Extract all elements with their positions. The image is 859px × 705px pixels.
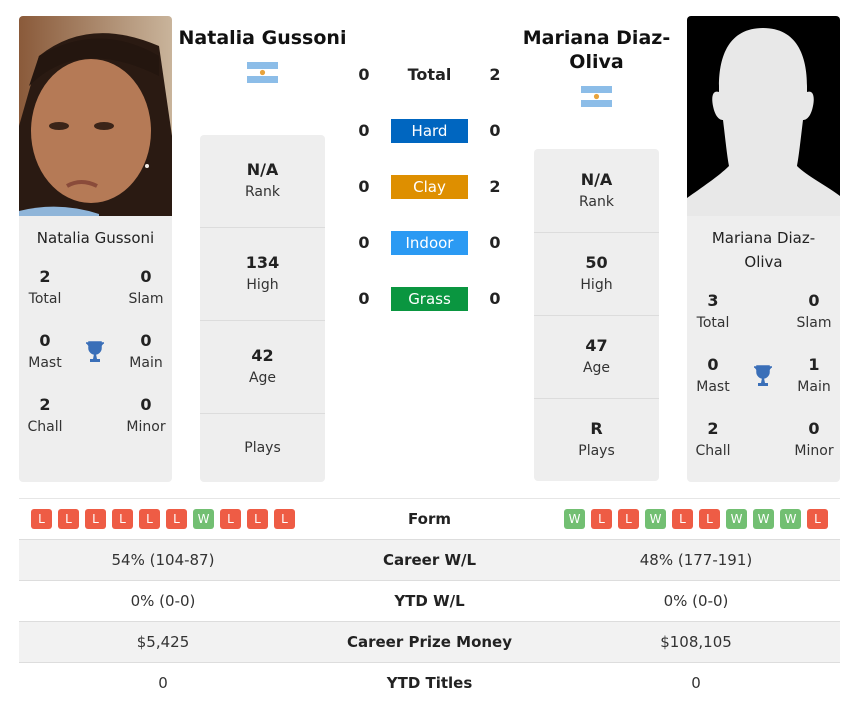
form-win-badge[interactable]: W [753, 509, 774, 529]
h2h-hard-p1: 0 [358, 121, 370, 140]
form-loss-badge[interactable]: L [807, 509, 828, 529]
form-loss-badge[interactable]: L [247, 509, 268, 529]
form-loss-badge[interactable]: L [85, 509, 106, 529]
h2h-indoor-p2: 0 [489, 233, 501, 252]
player1-card: Natalia Gussoni 2 Total 0 Slam 0 Mast 0 … [19, 16, 172, 482]
player1-titles-chall: 2 Chall [27, 395, 63, 435]
h2h-grass-row: 0 Grass 0 [340, 287, 520, 311]
player2-titles-minor: 0 Minor [794, 419, 834, 459]
form-label: Form [408, 510, 451, 528]
form-loss-badge[interactable]: L [220, 509, 241, 529]
h2h-grass-p1: 0 [358, 289, 370, 308]
h2h-clay-row: 0 Clay 2 [340, 175, 520, 199]
form-loss-badge[interactable]: L [58, 509, 79, 529]
form-row: LLLLLLWLLL Form WLLWLLWWWL [19, 499, 840, 540]
argentina-flag-icon [581, 86, 612, 107]
player2-titles: 3 Total 0 Slam 0 Mast 1 Main 2 Chall 0 M… [687, 274, 840, 474]
h2h-total-p1: 0 [358, 65, 370, 84]
player2-photo-placeholder[interactable] [687, 16, 840, 216]
form-win-badge[interactable]: W [564, 509, 585, 529]
player2-form: WLLWLLWWWL [552, 499, 840, 539]
form-win-badge[interactable]: W [193, 509, 214, 529]
h2h-grass-p2: 0 [489, 289, 501, 308]
player2-rank: N/A Rank [534, 149, 659, 233]
form-loss-badge[interactable]: L [112, 509, 133, 529]
player1-titles-total: 2 Total [28, 267, 62, 307]
h2h-hard-p2: 0 [489, 121, 501, 140]
ytd-wl-label: YTD W/L [394, 592, 465, 610]
trophy-icon [750, 363, 776, 389]
player2-info: N/A Rank 50 High 47 Age R Plays [534, 149, 659, 481]
player2-titles-chall: 2 Chall [695, 419, 731, 459]
h2h-clay-p1: 0 [358, 177, 370, 196]
player2-high: 50 High [534, 233, 659, 316]
h2h-clay-p2: 2 [489, 177, 501, 196]
player2-name[interactable]: Mariana Diaz- Oliva [510, 26, 683, 74]
player1-plays: Plays [244, 440, 281, 456]
ytd-titles-label: YTD Titles [386, 674, 473, 692]
player1-titles-main: 0 Main [129, 331, 163, 371]
player1-titles-slam: 0 Slam [128, 267, 164, 307]
h2h-total-row: 0 Total 2 [340, 63, 520, 87]
player2-titles-total: 3 Total [696, 291, 730, 331]
player1-age: 42 Age [200, 321, 325, 414]
h2h-hard-row: 0 Hard 0 [340, 119, 520, 143]
surface-grass-badge[interactable]: Grass [391, 287, 468, 311]
surface-clay-badge[interactable]: Clay [391, 175, 468, 199]
surface-hard-badge[interactable]: Hard [391, 119, 468, 143]
player2-titles-mast: 0 Mast [696, 355, 730, 395]
player1-titles-minor: 0 Minor [126, 395, 166, 435]
prize-money-row: $5,425 Career Prize Money $108,105 [19, 622, 840, 663]
player2-titles-main: 1 Main [797, 355, 831, 395]
player1-name[interactable]: Natalia Gussoni [172, 26, 353, 50]
player2-age: 47 Age [534, 316, 659, 399]
trophy-icon [82, 339, 108, 365]
surface-indoor-badge[interactable]: Indoor [391, 231, 468, 255]
player1-card-name: Natalia Gussoni [36, 229, 155, 247]
player2-plays: R Plays [578, 419, 615, 459]
h2h-total-label: Total [407, 65, 452, 84]
player1-ytd-titles: 0 [158, 674, 168, 692]
ytd-titles-row: 0 YTD Titles 0 [19, 663, 840, 703]
form-win-badge[interactable]: W [726, 509, 747, 529]
form-loss-badge[interactable]: L [618, 509, 639, 529]
form-loss-badge[interactable]: L [31, 509, 52, 529]
career-wl-label: Career W/L [382, 551, 477, 569]
prize-money-label: Career Prize Money [346, 633, 512, 651]
player1-titles: 2 Total 0 Slam 0 Mast 0 Main 2 Chall 0 M… [19, 250, 172, 470]
player1-prize-money: $5,425 [136, 633, 190, 651]
career-wl-row: 54% (104-87) Career W/L 48% (177-191) [19, 540, 840, 581]
player2-titles-slam: 0 Slam [796, 291, 832, 331]
form-loss-badge[interactable]: L [699, 509, 720, 529]
comparison-table: LLLLLLWLLL Form WLLWLLWWWL 54% (104-87) … [19, 498, 840, 703]
player1-career-wl: 54% (104-87) [111, 551, 215, 569]
form-win-badge[interactable]: W [780, 509, 801, 529]
h2h-indoor-row: 0 Indoor 0 [340, 231, 520, 255]
player2-prize-money: $108,105 [660, 633, 732, 651]
player2-ytd-titles: 0 [691, 674, 701, 692]
ytd-wl-row: 0% (0-0) YTD W/L 0% (0-0) [19, 581, 840, 622]
h2h-indoor-p1: 0 [358, 233, 370, 252]
player1-info: N/A Rank 134 High 42 Age Plays [200, 135, 325, 482]
player1-rank: N/A Rank [200, 135, 325, 228]
player1-ytd-wl: 0% (0-0) [130, 592, 196, 610]
player2-career-wl: 48% (177-191) [639, 551, 753, 569]
player2-ytd-wl: 0% (0-0) [663, 592, 729, 610]
player2-card-name: Mariana Diaz- Oliva [711, 229, 816, 271]
form-loss-badge[interactable]: L [166, 509, 187, 529]
form-loss-badge[interactable]: L [274, 509, 295, 529]
h2h-total-p2: 2 [489, 65, 501, 84]
argentina-flag-icon [247, 62, 278, 83]
player1-high: 134 High [200, 228, 325, 321]
player2-card: Mariana Diaz- Oliva 3 Total 0 Slam 0 Mas… [687, 16, 840, 482]
form-loss-badge[interactable]: L [139, 509, 160, 529]
player1-titles-mast: 0 Mast [28, 331, 62, 371]
form-loss-badge[interactable]: L [672, 509, 693, 529]
form-loss-badge[interactable]: L [591, 509, 612, 529]
player1-form: LLLLLLWLLL [19, 499, 307, 539]
form-win-badge[interactable]: W [645, 509, 666, 529]
player1-photo[interactable] [19, 16, 172, 216]
